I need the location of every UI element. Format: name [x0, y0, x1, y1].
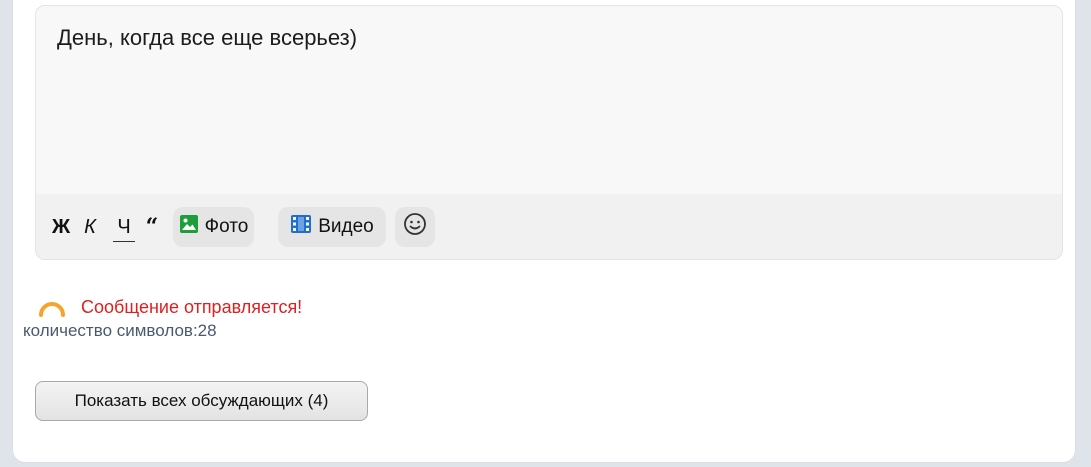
underline-button[interactable]: Ч: [112, 207, 136, 247]
status-message: Сообщение отправляется!: [81, 296, 303, 317]
show-all-participants-button[interactable]: Показать всех обсуждающих (4): [35, 381, 368, 421]
video-label: Видео: [318, 216, 374, 237]
quote-button[interactable]: “: [142, 207, 162, 247]
photo-button[interactable]: Фото: [173, 207, 254, 247]
sending-status: Сообщение отправляется!: [37, 293, 302, 321]
message-input-text[interactable]: День, когда все еще всерьез): [57, 25, 357, 51]
film-icon: [290, 214, 312, 240]
emoji-button[interactable]: [395, 207, 435, 247]
character-count: количество символов:28: [23, 321, 217, 340]
smiley-icon: [403, 212, 427, 242]
image-icon: [179, 214, 199, 240]
loading-spinner-icon: [37, 293, 67, 321]
photo-label: Фото: [204, 216, 249, 237]
editor-toolbar: Ж К Ч “ Фото Видео: [36, 194, 1062, 259]
message-editor[interactable]: День, когда все еще всерьез) Ж К Ч “ Фот…: [35, 5, 1063, 260]
italic-button[interactable]: К: [82, 207, 98, 247]
video-button[interactable]: Видео: [278, 207, 386, 247]
bold-button[interactable]: Ж: [50, 207, 72, 247]
underline-label: Ч: [113, 217, 135, 242]
